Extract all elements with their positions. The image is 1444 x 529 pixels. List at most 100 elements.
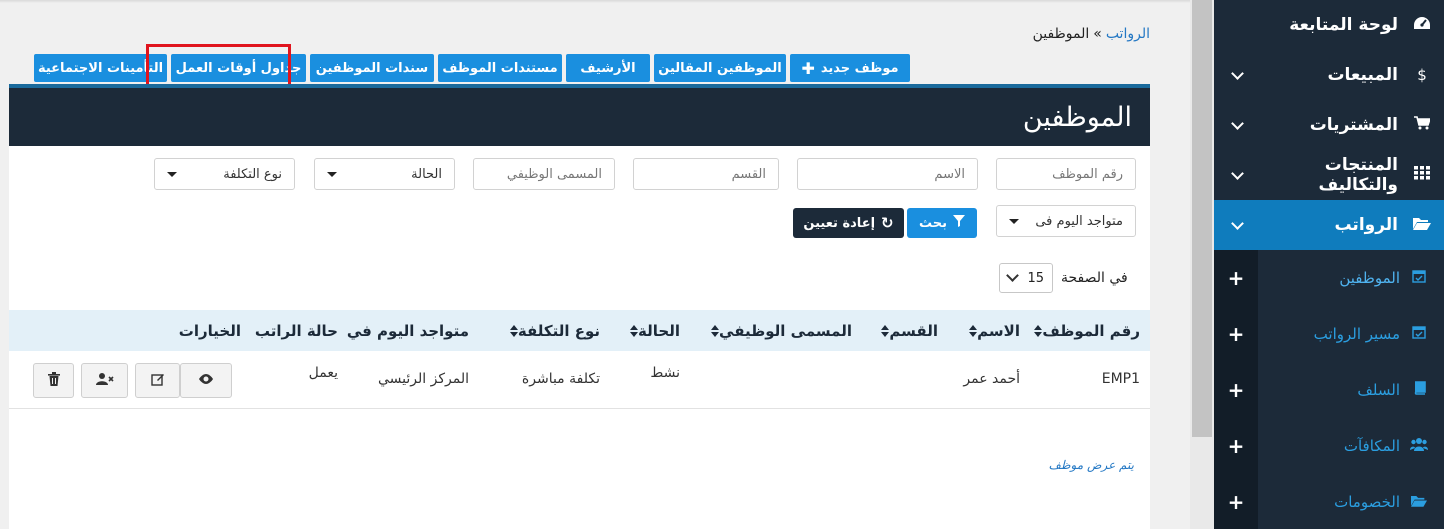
eye-icon	[198, 373, 214, 389]
job-title-input[interactable]: المسمى الوظيفي	[473, 158, 615, 190]
per-page-value: 15	[1027, 270, 1044, 286]
cost-type-select[interactable]: نوع التكلفة	[154, 158, 295, 190]
reset-button[interactable]: ↻ إعادة تعيين	[793, 208, 904, 238]
sidebar-item-label: المشتريات	[1309, 115, 1398, 135]
cost-type-select-value: نوع التكلفة	[223, 166, 282, 182]
sidebar: لوحة المتابعة $ المبيعات المشتريات المنت…	[1214, 0, 1444, 529]
per-page-control: في الصفحة 15	[999, 263, 1128, 293]
col-name[interactable]: الاسم	[965, 310, 1020, 351]
new-employee-label: موظف جديد	[820, 60, 899, 76]
plus-icon[interactable]: +	[1214, 474, 1258, 529]
cell-salary-status: يعمل	[308, 365, 338, 381]
archive-button[interactable]: الأرشيف	[566, 54, 650, 82]
col-cost-type[interactable]: نوع التكلفة	[506, 310, 600, 351]
calendar-check-icon	[1410, 269, 1428, 287]
edit-icon	[150, 372, 165, 390]
sort-icon	[711, 324, 720, 337]
scroll-thumb[interactable]	[1192, 0, 1212, 437]
col-job-title[interactable]: المسمى الوظيفي	[707, 310, 852, 351]
sidebar-item-payroll[interactable]: الرواتب	[1214, 200, 1444, 250]
new-employee-button[interactable]: موظف جديد ✚	[790, 54, 910, 82]
sort-icon	[881, 324, 890, 337]
col-present-today: متواجد اليوم في	[346, 321, 469, 340]
plus-icon[interactable]: +	[1214, 418, 1258, 474]
sidebar-subitem-advances[interactable]: السلف +	[1214, 362, 1444, 418]
sidebar-item-label: لوحة المتابعة	[1289, 15, 1398, 35]
grid-icon	[1412, 166, 1432, 184]
status-select-value: الحالة	[411, 166, 442, 182]
present-today-value: متواجد اليوم فى	[1035, 213, 1123, 229]
col-emp-no[interactable]: رقم الموظف	[1030, 310, 1140, 351]
emp-no-input[interactable]: رقم الموظف	[996, 158, 1136, 190]
col-options: الخيارات	[178, 321, 241, 340]
trash-icon	[47, 371, 60, 390]
breadcrumb-separator: »	[1093, 26, 1102, 42]
status-select[interactable]: الحالة	[314, 158, 455, 190]
search-button[interactable]: بحث	[907, 208, 977, 238]
cart-icon	[1412, 116, 1432, 134]
sidebar-subitem-label: المكافآت	[1343, 437, 1400, 455]
dashboard-icon	[1412, 16, 1432, 34]
plus-icon[interactable]: +	[1214, 362, 1258, 418]
action-bar: موظف جديد ✚ الموظفين المقالين الأرشيف مس…	[10, 54, 910, 82]
per-page-select[interactable]: 15	[999, 263, 1053, 293]
scrollbar[interactable]	[1190, 0, 1214, 529]
employee-vouchers-button[interactable]: سندات الموظفين	[310, 54, 434, 82]
search-button-label: بحث	[919, 215, 948, 231]
name-input[interactable]: الاسم	[797, 158, 978, 190]
chevron-down-icon	[1230, 68, 1244, 82]
user-times-icon	[95, 372, 114, 390]
cell-cost-type: تكلفة مباشرة	[521, 371, 600, 387]
caret-down-icon	[327, 171, 337, 177]
reset-button-label: إعادة تعيين	[803, 215, 876, 231]
sidebar-item-label: المبيعات	[1327, 65, 1398, 85]
per-page-label: في الصفحة	[1061, 270, 1128, 286]
sidebar-subitem-label: السلف	[1357, 381, 1400, 399]
panel-title: الموظفين	[9, 88, 1150, 146]
sort-icon	[630, 324, 639, 337]
sidebar-item-purchases[interactable]: المشتريات	[1214, 100, 1444, 150]
sidebar-subitem-payroll-run[interactable]: مسير الرواتب +	[1214, 306, 1444, 362]
sidebar-subitem-bonuses[interactable]: المكافآت +	[1214, 418, 1444, 474]
view-button[interactable]	[180, 363, 232, 398]
sort-icon	[509, 324, 518, 337]
main-content: الرواتب»الموظفين موظف جديد ✚ الموظفين ال…	[0, 0, 1190, 529]
col-status[interactable]: الحالة	[626, 310, 680, 351]
breadcrumb-link-payroll[interactable]: الرواتب	[1106, 26, 1150, 42]
sidebar-subitem-label: الخصومات	[1334, 493, 1400, 511]
sidebar-item-sales[interactable]: $ المبيعات	[1214, 50, 1444, 100]
table-header: رقم الموظف الاسم القسم المسمى الوظيفي ال…	[9, 310, 1150, 351]
chevron-down-icon	[1230, 218, 1244, 232]
sidebar-item-products-costs[interactable]: المنتجات والتكاليف	[1214, 150, 1444, 200]
edit-button[interactable]	[135, 363, 180, 398]
plus-icon[interactable]: +	[1214, 306, 1258, 362]
chevron-down-icon	[1230, 118, 1244, 132]
present-today-select[interactable]: متواجد اليوم فى	[996, 205, 1136, 237]
dollar-icon: $	[1417, 66, 1427, 84]
folder-open-icon	[1410, 494, 1428, 511]
filter-icon	[953, 215, 966, 231]
folder-open-icon	[1412, 216, 1432, 234]
caret-down-icon	[1009, 218, 1019, 224]
breadcrumb-current: الموظفين	[1032, 26, 1090, 42]
sidebar-item-dashboard[interactable]: لوحة المتابعة	[1214, 0, 1444, 50]
sidebar-subitem-deductions[interactable]: الخصومات +	[1214, 474, 1444, 529]
employee-documents-button[interactable]: مستندات الموظف	[438, 54, 562, 82]
users-icon	[1410, 437, 1428, 455]
caret-down-icon	[167, 171, 177, 177]
records-count-note: يتم عرض موظف	[1048, 458, 1134, 472]
cell-name: أحمد عمر	[963, 371, 1020, 387]
dismissed-employees-button[interactable]: الموظفين المقالين	[654, 54, 786, 82]
employees-panel: الموظفين رقم الموظف الاسم القسم المسمى ا…	[9, 84, 1150, 529]
col-dept[interactable]: القسم	[877, 310, 938, 351]
delete-button[interactable]	[33, 363, 74, 398]
sidebar-subitem-label: مسير الرواتب	[1313, 325, 1400, 343]
dept-input[interactable]: القسم	[633, 158, 779, 190]
sidebar-subitem-label: الموظفين	[1339, 269, 1400, 287]
dismiss-employee-button[interactable]	[81, 363, 128, 398]
breadcrumb: الرواتب»الموظفين	[1033, 26, 1150, 42]
cell-status: نشط	[650, 365, 680, 381]
sidebar-subitem-employees[interactable]: الموظفين +	[1214, 250, 1444, 306]
plus-icon[interactable]: +	[1214, 250, 1258, 306]
undo-icon: ↻	[881, 214, 894, 232]
